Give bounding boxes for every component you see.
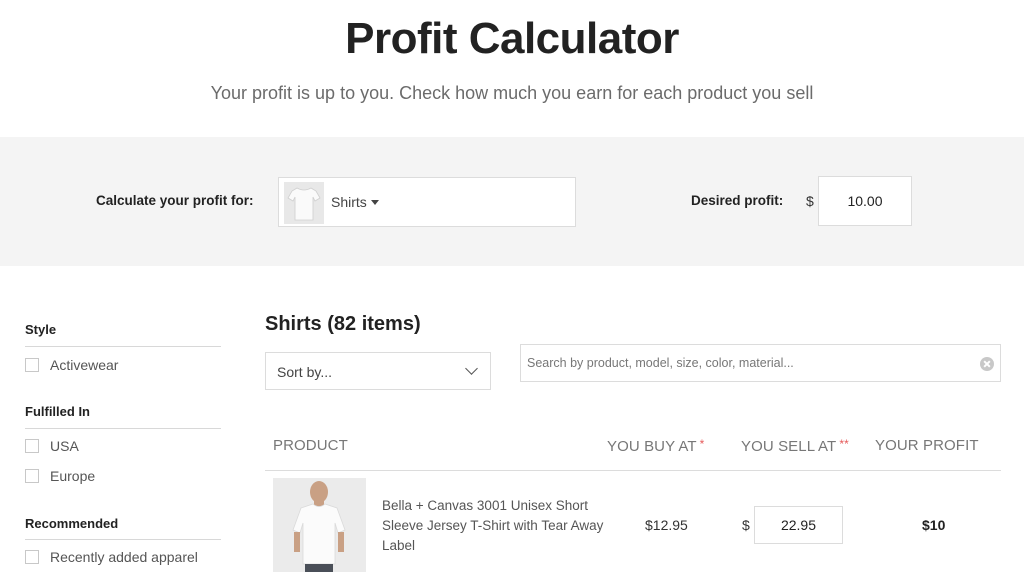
calculate-for-label: Calculate your profit for: (96, 193, 254, 208)
caret-down-icon (371, 200, 379, 205)
required-mark: ** (839, 437, 849, 451)
checkbox[interactable] (25, 358, 39, 372)
sell-price-input[interactable] (754, 506, 843, 544)
model-tshirt-icon (273, 478, 366, 572)
facet-title-fulfilled-in: Fulfilled In (25, 404, 90, 419)
listing-title: Shirts (82 items) (265, 313, 421, 335)
required-mark: * (699, 437, 705, 451)
sort-select[interactable]: Sort by... (265, 352, 491, 390)
product-image[interactable] (273, 478, 366, 572)
filter-option-recently-added[interactable]: Recently added apparel (25, 548, 198, 566)
column-header-label: YOU SELL AT (741, 438, 837, 455)
divider (265, 470, 1001, 471)
search-box (520, 344, 1001, 382)
page-subtitle: Your profit is up to you. Check how much… (210, 83, 814, 103)
column-header-profit: YOUR PROFIT (875, 437, 979, 454)
divider (25, 346, 221, 347)
sort-select-label: Sort by... (277, 364, 332, 380)
column-header-buy: YOU BUY AT * (607, 437, 704, 455)
product-type-value: Shirts (331, 194, 367, 210)
profit-value: $10 (922, 517, 946, 533)
search-input[interactable] (527, 354, 967, 372)
clear-search-icon[interactable] (980, 357, 994, 371)
filter-option-label: Europe (50, 468, 96, 484)
shirt-thumbnail (284, 182, 324, 224)
filter-option-label: Activewear (50, 357, 119, 373)
hero: Profit Calculator Your profit is up to y… (0, 0, 1024, 137)
facet-title-style: Style (25, 322, 57, 337)
currency-symbol: $ (742, 517, 750, 533)
filter-option-europe[interactable]: Europe (25, 467, 95, 485)
currency-symbol: $ (806, 193, 814, 209)
column-header-label: YOUR PROFIT (875, 437, 979, 454)
checkbox[interactable] (25, 469, 39, 483)
product-type-select[interactable]: Shirts (278, 177, 576, 227)
desired-profit-input[interactable] (818, 176, 912, 226)
divider (25, 539, 221, 540)
filter-option-label: USA (50, 438, 79, 454)
filter-option-usa[interactable]: USA (25, 437, 79, 455)
product-name[interactable]: Bella + Canvas 3001 Unisex Short Sleeve … (382, 496, 607, 556)
page-title: Profit Calculator (345, 14, 679, 63)
column-header-product: PRODUCT (273, 437, 348, 454)
chevron-down-icon (465, 362, 478, 375)
filter-option-label: Recently added apparel (50, 549, 198, 565)
column-header-sell: YOU SELL AT ** (741, 437, 849, 455)
tshirt-icon (287, 187, 321, 221)
divider (25, 428, 221, 429)
desired-profit-label: Desired profit: (691, 193, 784, 208)
column-header-label: PRODUCT (273, 437, 348, 454)
filter-option-activewear[interactable]: Activewear (25, 356, 118, 374)
buy-price: $12.95 (645, 517, 688, 533)
checkbox[interactable] (25, 439, 39, 453)
column-header-label: YOU BUY AT (607, 438, 697, 455)
calculator-band: Calculate your profit for: Shirts Desire… (0, 137, 1024, 266)
checkbox[interactable] (25, 550, 39, 564)
facet-title-recommended: Recommended (25, 516, 119, 531)
